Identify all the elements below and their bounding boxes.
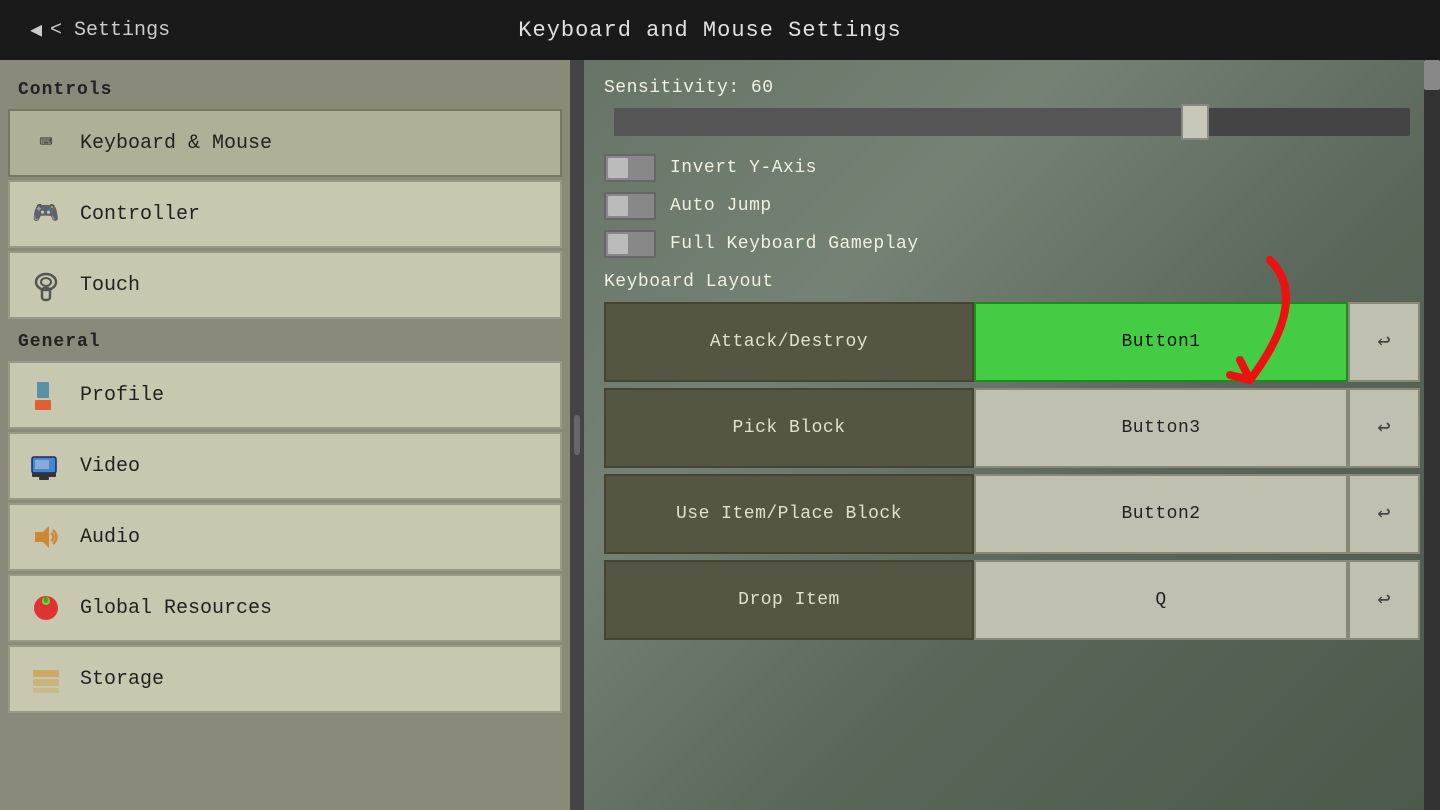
sidebar-item-controller[interactable]: 🎮 Controller xyxy=(8,180,562,248)
sidebar-item-profile[interactable]: Profile xyxy=(8,361,562,429)
sidebar-item-label: Controller xyxy=(80,203,200,226)
audio-icon xyxy=(28,519,64,555)
global-resources-icon xyxy=(28,590,64,626)
controller-icon: 🎮 xyxy=(28,196,64,232)
keybind-key-pick-block[interactable]: Button3 xyxy=(974,388,1348,468)
toggle-row-full-keyboard: Full Keyboard Gameplay xyxy=(604,230,1420,258)
reset-icon: ↩ xyxy=(1377,329,1390,355)
sidebar-item-label: Storage xyxy=(80,668,164,691)
sidebar-item-storage[interactable]: Storage xyxy=(8,645,562,713)
auto-jump-label: Auto Jump xyxy=(670,196,772,216)
general-section-title: General xyxy=(0,322,570,358)
profile-icon xyxy=(28,377,64,413)
sidebar-separator xyxy=(570,60,584,810)
controls-section-title: Controls xyxy=(0,70,570,106)
back-label: < Settings xyxy=(50,19,170,42)
keybind-row-attack-destroy: Attack/Destroy Button1 ↩ xyxy=(604,302,1420,382)
keybind-action-drop-item: Drop Item xyxy=(604,560,974,640)
sensitivity-label: Sensitivity: 60 xyxy=(604,78,1420,98)
keybind-action-attack-destroy: Attack/Destroy xyxy=(604,302,974,382)
toggle-row-auto-jump: Auto Jump xyxy=(604,192,1420,220)
sidebar-item-audio[interactable]: Audio xyxy=(8,503,562,571)
slider-fill xyxy=(614,108,1195,136)
slider-track[interactable] xyxy=(614,108,1410,136)
sidebar-item-global-resources[interactable]: Global Resources xyxy=(8,574,562,642)
sidebar: Controls ⌨ Keyboard & Mouse 🎮 Controller… xyxy=(0,60,570,810)
storage-icon xyxy=(28,661,64,697)
keybind-action-pick-block: Pick Block xyxy=(604,388,974,468)
keybind-key-attack-destroy[interactable]: Button1 xyxy=(974,302,1348,382)
right-panel: Sensitivity: 60 Invert Y-Axis Auto Jump … xyxy=(584,60,1440,810)
keybind-reset-drop-item[interactable]: ↩ xyxy=(1348,560,1420,640)
sidebar-item-label: Keyboard & Mouse xyxy=(80,132,272,155)
keybind-action-use-item: Use Item/Place Block xyxy=(604,474,974,554)
page-title: Keyboard and Mouse Settings xyxy=(518,18,901,43)
sidebar-item-video[interactable]: Video xyxy=(8,432,562,500)
back-button[interactable]: ◀ < Settings xyxy=(30,17,170,43)
reset-icon: ↩ xyxy=(1377,587,1390,613)
toggle-row-invert-y: Invert Y-Axis xyxy=(604,154,1420,182)
keybind-reset-pick-block[interactable]: ↩ xyxy=(1348,388,1420,468)
invert-y-toggle[interactable] xyxy=(604,154,656,182)
keybind-row-use-item: Use Item/Place Block Button2 ↩ xyxy=(604,474,1420,554)
scrollbar-thumb[interactable] xyxy=(1424,60,1440,90)
keybind-row-pick-block: Pick Block Button3 ↩ xyxy=(604,388,1420,468)
keybind-row-drop-item: Drop Item Q ↩ xyxy=(604,560,1420,640)
separator-handle xyxy=(574,415,580,455)
header: ◀ < Settings Keyboard and Mouse Settings xyxy=(0,0,1440,60)
invert-y-label: Invert Y-Axis xyxy=(670,158,817,178)
right-scrollbar[interactable] xyxy=(1424,60,1440,810)
touch-icon xyxy=(28,267,64,303)
reset-icon: ↩ xyxy=(1377,415,1390,441)
keybind-reset-attack-destroy[interactable]: ↩ xyxy=(1348,302,1420,382)
reset-icon: ↩ xyxy=(1377,501,1390,527)
sidebar-item-label: Global Resources xyxy=(80,597,272,620)
sidebar-item-label: Touch xyxy=(80,274,140,297)
sensitivity-slider[interactable] xyxy=(604,108,1420,136)
video-icon xyxy=(28,448,64,484)
keyboard-mouse-icon: ⌨ xyxy=(28,125,64,161)
slider-thumb[interactable] xyxy=(1181,104,1209,140)
keybind-reset-use-item[interactable]: ↩ xyxy=(1348,474,1420,554)
keyboard-layout-title: Keyboard Layout xyxy=(604,272,1420,292)
sidebar-item-touch[interactable]: Touch xyxy=(8,251,562,319)
keybind-key-use-item[interactable]: Button2 xyxy=(974,474,1348,554)
sidebar-item-label: Audio xyxy=(80,526,140,549)
auto-jump-toggle[interactable] xyxy=(604,192,656,220)
keybind-key-drop-item[interactable]: Q xyxy=(974,560,1348,640)
sidebar-item-label: Video xyxy=(80,455,140,478)
back-icon: ◀ xyxy=(30,17,42,43)
full-keyboard-label: Full Keyboard Gameplay xyxy=(670,234,919,254)
right-content: Sensitivity: 60 Invert Y-Axis Auto Jump … xyxy=(584,60,1440,810)
main-content: Controls ⌨ Keyboard & Mouse 🎮 Controller… xyxy=(0,60,1440,810)
sidebar-item-label: Profile xyxy=(80,384,164,407)
full-keyboard-toggle[interactable] xyxy=(604,230,656,258)
sidebar-item-keyboard-mouse[interactable]: ⌨ Keyboard & Mouse xyxy=(8,109,562,177)
